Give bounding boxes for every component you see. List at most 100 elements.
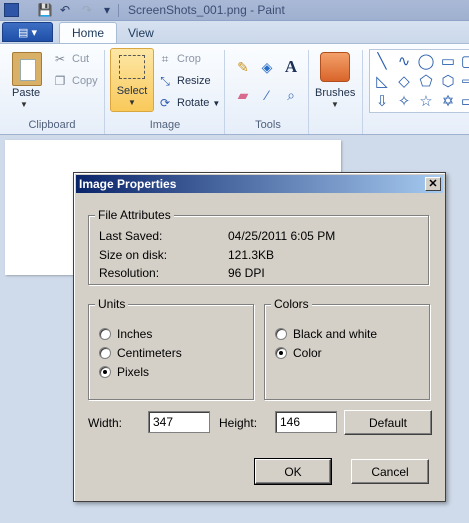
undo-icon[interactable]: ↶ (56, 2, 74, 18)
file-attributes-title: File Attributes (95, 208, 174, 222)
units-pixels-radio[interactable]: Pixels (99, 365, 149, 379)
arrow-right-shape-icon[interactable]: ⇨ (458, 71, 469, 91)
oval-shape-icon[interactable]: ◯ (416, 51, 436, 71)
width-field[interactable] (148, 411, 210, 433)
units-centimeters-radio[interactable]: Centimeters (99, 346, 182, 360)
shapes-gallery: ╲ ∿ ◯ ▭ ▢ ◺ ◇ ⬠ ⬡ ⇨ ⇩ ✧ ☆ ✡ ▭ (369, 49, 469, 113)
units-pixels-label: Pixels (117, 365, 150, 379)
pentagon-shape-icon[interactable]: ⬠ (416, 71, 436, 91)
rotate-icon: ⟳ (159, 96, 171, 110)
copy-icon: ❐ (54, 74, 66, 88)
select-button[interactable]: Select ▼ (110, 48, 154, 112)
selection-rectangle-icon (119, 55, 145, 79)
resolution-label: Resolution: (99, 266, 160, 280)
rectangle-shape-icon[interactable]: ▭ (438, 51, 458, 71)
brushes-button[interactable]: Brushes (315, 87, 355, 99)
paste-dropdown-icon[interactable]: ▼ (20, 100, 28, 109)
fill-icon[interactable]: ◈ (256, 56, 278, 78)
copy-label: Copy (72, 75, 98, 87)
group-divider (104, 50, 105, 134)
radio-indicator-selected (275, 347, 287, 359)
size-on-disk-label: Size on disk: (99, 248, 168, 262)
hexagon-shape-icon[interactable]: ⬡ (438, 71, 458, 91)
title-bar: 💾 ↶ ↷ ▾ ScreenShots_001.png - Paint (0, 0, 469, 21)
cut-label: Cut (72, 53, 90, 65)
last-saved-label: Last Saved: (99, 229, 163, 243)
ribbon: Paste ▼ ✂ Cut ❐ Copy Clipboard Select ▼ … (0, 43, 469, 135)
crop-button[interactable]: ⌗ Crop (157, 50, 201, 68)
redo-icon[interactable]: ↷ (78, 2, 96, 18)
rotate-button[interactable]: ⟳ Rotate ▼ (157, 94, 220, 112)
tools-group-label: Tools (255, 119, 281, 131)
tab-view[interactable]: View (116, 22, 166, 43)
units-group: Units Inches Centimeters Pixels (88, 297, 254, 400)
units-centimeters-label: Centimeters (117, 346, 182, 360)
callout-shape-icon[interactable]: ▭ (458, 91, 469, 111)
default-button[interactable]: Default (344, 410, 432, 435)
resolution-value: 96 DPI (228, 266, 265, 280)
file-attributes-group: File Attributes Last Saved: 04/25/2011 6… (88, 208, 429, 285)
size-on-disk-value: 121.3KB (228, 248, 275, 262)
brushes-dropdown-icon[interactable]: ▼ (331, 100, 339, 109)
resize-label: Resize (177, 75, 211, 87)
select-dropdown-icon: ▼ (128, 98, 136, 107)
clipboard-icon[interactable] (12, 52, 42, 86)
radio-indicator (99, 328, 111, 340)
group-divider (224, 50, 225, 134)
tab-home[interactable]: Home (59, 22, 118, 43)
radio-indicator (275, 328, 287, 340)
pencil-icon[interactable]: ✎ (232, 56, 254, 78)
color-picker-icon[interactable]: ⁄ (256, 84, 278, 106)
magnifier-icon[interactable]: ⌕ (280, 84, 302, 106)
colors-color-radio[interactable]: Color (275, 346, 322, 360)
cut-button[interactable]: ✂ Cut (52, 50, 89, 68)
height-label: Height: (219, 416, 258, 430)
radio-indicator-selected (99, 366, 111, 378)
rounded-rectangle-shape-icon[interactable]: ▢ (458, 51, 469, 71)
resize-icon: ⤡ (160, 73, 170, 88)
colors-group: Colors Black and white Color (264, 297, 430, 400)
colors-color-label: Color (293, 346, 322, 360)
arrow-down-shape-icon[interactable]: ⇩ (372, 91, 392, 111)
dialog-title: Image Properties (79, 177, 177, 191)
image-group-label: Image (149, 119, 181, 131)
paint-menu-button[interactable]: ▤ ▾ (2, 22, 53, 42)
crop-label: Crop (177, 53, 201, 65)
image-properties-dialog: Image Properties ✕ File Attributes Last … (73, 172, 446, 502)
text-icon[interactable]: A (280, 56, 302, 78)
resize-button[interactable]: ⤡ Resize (157, 72, 211, 90)
units-title: Units (95, 297, 129, 311)
title-separator (118, 4, 119, 17)
five-point-star-shape-icon[interactable]: ☆ (416, 91, 436, 111)
scissors-icon: ✂ (54, 52, 66, 66)
curve-shape-icon[interactable]: ∿ (394, 51, 414, 71)
width-label: Width: (88, 416, 123, 430)
customize-quick-access-icon[interactable]: ▾ (98, 2, 116, 18)
cancel-button[interactable]: Cancel (351, 459, 429, 484)
paint-app-icon[interactable] (4, 3, 19, 17)
brush-icon[interactable] (320, 52, 350, 82)
line-shape-icon[interactable]: ╲ (372, 51, 392, 71)
paste-button[interactable]: Paste (12, 87, 40, 99)
units-inches-radio[interactable]: Inches (99, 327, 152, 341)
save-icon[interactable]: 💾 (36, 2, 54, 18)
four-point-star-shape-icon[interactable]: ✧ (394, 91, 414, 111)
copy-button[interactable]: ❐ Copy (52, 72, 98, 90)
group-divider (308, 50, 309, 134)
select-label: Select (116, 85, 148, 97)
units-inches-label: Inches (117, 327, 153, 341)
last-saved-value: 04/25/2011 6:05 PM (228, 229, 336, 243)
triangle-shape-icon[interactable]: ◺ (372, 71, 392, 91)
height-field[interactable] (275, 411, 337, 433)
group-divider (362, 50, 363, 134)
ok-button[interactable]: OK (254, 458, 332, 485)
eraser-icon[interactable]: ▰ (232, 84, 254, 106)
six-point-star-shape-icon[interactable]: ✡ (438, 91, 458, 111)
close-icon[interactable]: ✕ (425, 177, 441, 191)
diamond-shape-icon[interactable]: ◇ (394, 71, 414, 91)
colors-black-and-white-radio[interactable]: Black and white (275, 327, 377, 341)
rotate-label: Rotate (177, 97, 210, 109)
dialog-title-bar[interactable]: Image Properties ✕ (76, 175, 443, 193)
radio-indicator (99, 347, 111, 359)
colors-black-and-white-label: Black and white (293, 327, 378, 341)
